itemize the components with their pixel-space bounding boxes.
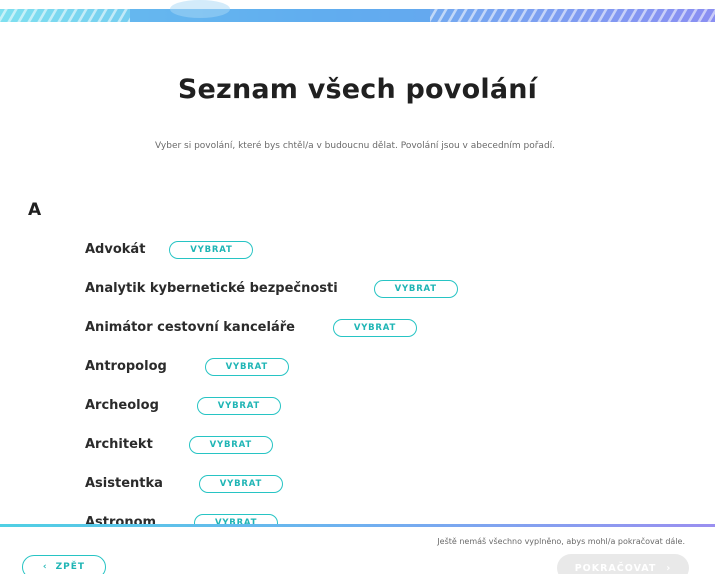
list-item: Archeolog VYBRAT [85,386,705,425]
profession-label: Advokát [85,242,146,257]
select-button[interactable]: VYBRAT [188,435,273,454]
list-item: Antropolog VYBRAT [85,347,705,386]
incomplete-note: Ještě nemáš všechno vyplněno, abys mohl/… [437,537,685,546]
list-item: Analytik kybernetické bezpečnosti VYBRAT [85,269,705,308]
profession-list: Advokát VYBRAT Analytik kybernetické bez… [85,230,705,525]
profession-label: Asistentka [85,476,163,491]
select-button[interactable]: VYBRAT [169,240,254,259]
list-item: Astronom VYBRAT [85,503,705,525]
select-button[interactable]: VYBRAT [198,474,283,493]
continue-button[interactable]: POKRAČOVAT › [557,554,689,574]
list-item: Architekt VYBRAT [85,425,705,464]
list-item: Advokát VYBRAT [85,230,705,269]
select-button[interactable]: VYBRAT [332,318,417,337]
profession-label: Animátor cestovní kanceláře [85,320,295,335]
chevron-left-icon: ‹ [42,562,48,572]
page-title: Seznam všech povolání [177,74,538,105]
select-button[interactable]: VYBRAT [196,396,281,415]
top-decorative-band [0,0,715,22]
select-button[interactable]: VYBRAT [373,279,458,298]
profession-label: Architekt [85,437,153,452]
back-button-label: ZPĚT [55,562,86,572]
profession-label: Analytik kybernetické bezpečnosti [85,281,338,296]
back-button[interactable]: ‹ ZPĚT [22,555,106,574]
bottom-divider [0,524,715,527]
page-subtitle: Vyber si povolání, které bys chtěl/a v b… [154,141,556,151]
list-item: Animátor cestovní kanceláře VYBRAT [85,308,705,347]
chevron-right-icon: › [666,562,672,574]
list-item: Asistentka VYBRAT [85,464,705,503]
select-button[interactable]: VYBRAT [204,357,289,376]
page: Seznam všech povolání Vyber si povolání,… [0,0,715,574]
continue-button-label: POKRAČOVAT [574,562,657,574]
bottom-bar: Ještě nemáš všechno vyplněno, abys mohl/… [0,524,715,574]
section-letter: A [28,200,42,220]
profession-label: Antropolog [85,359,167,374]
profession-label: Archeolog [85,398,159,413]
